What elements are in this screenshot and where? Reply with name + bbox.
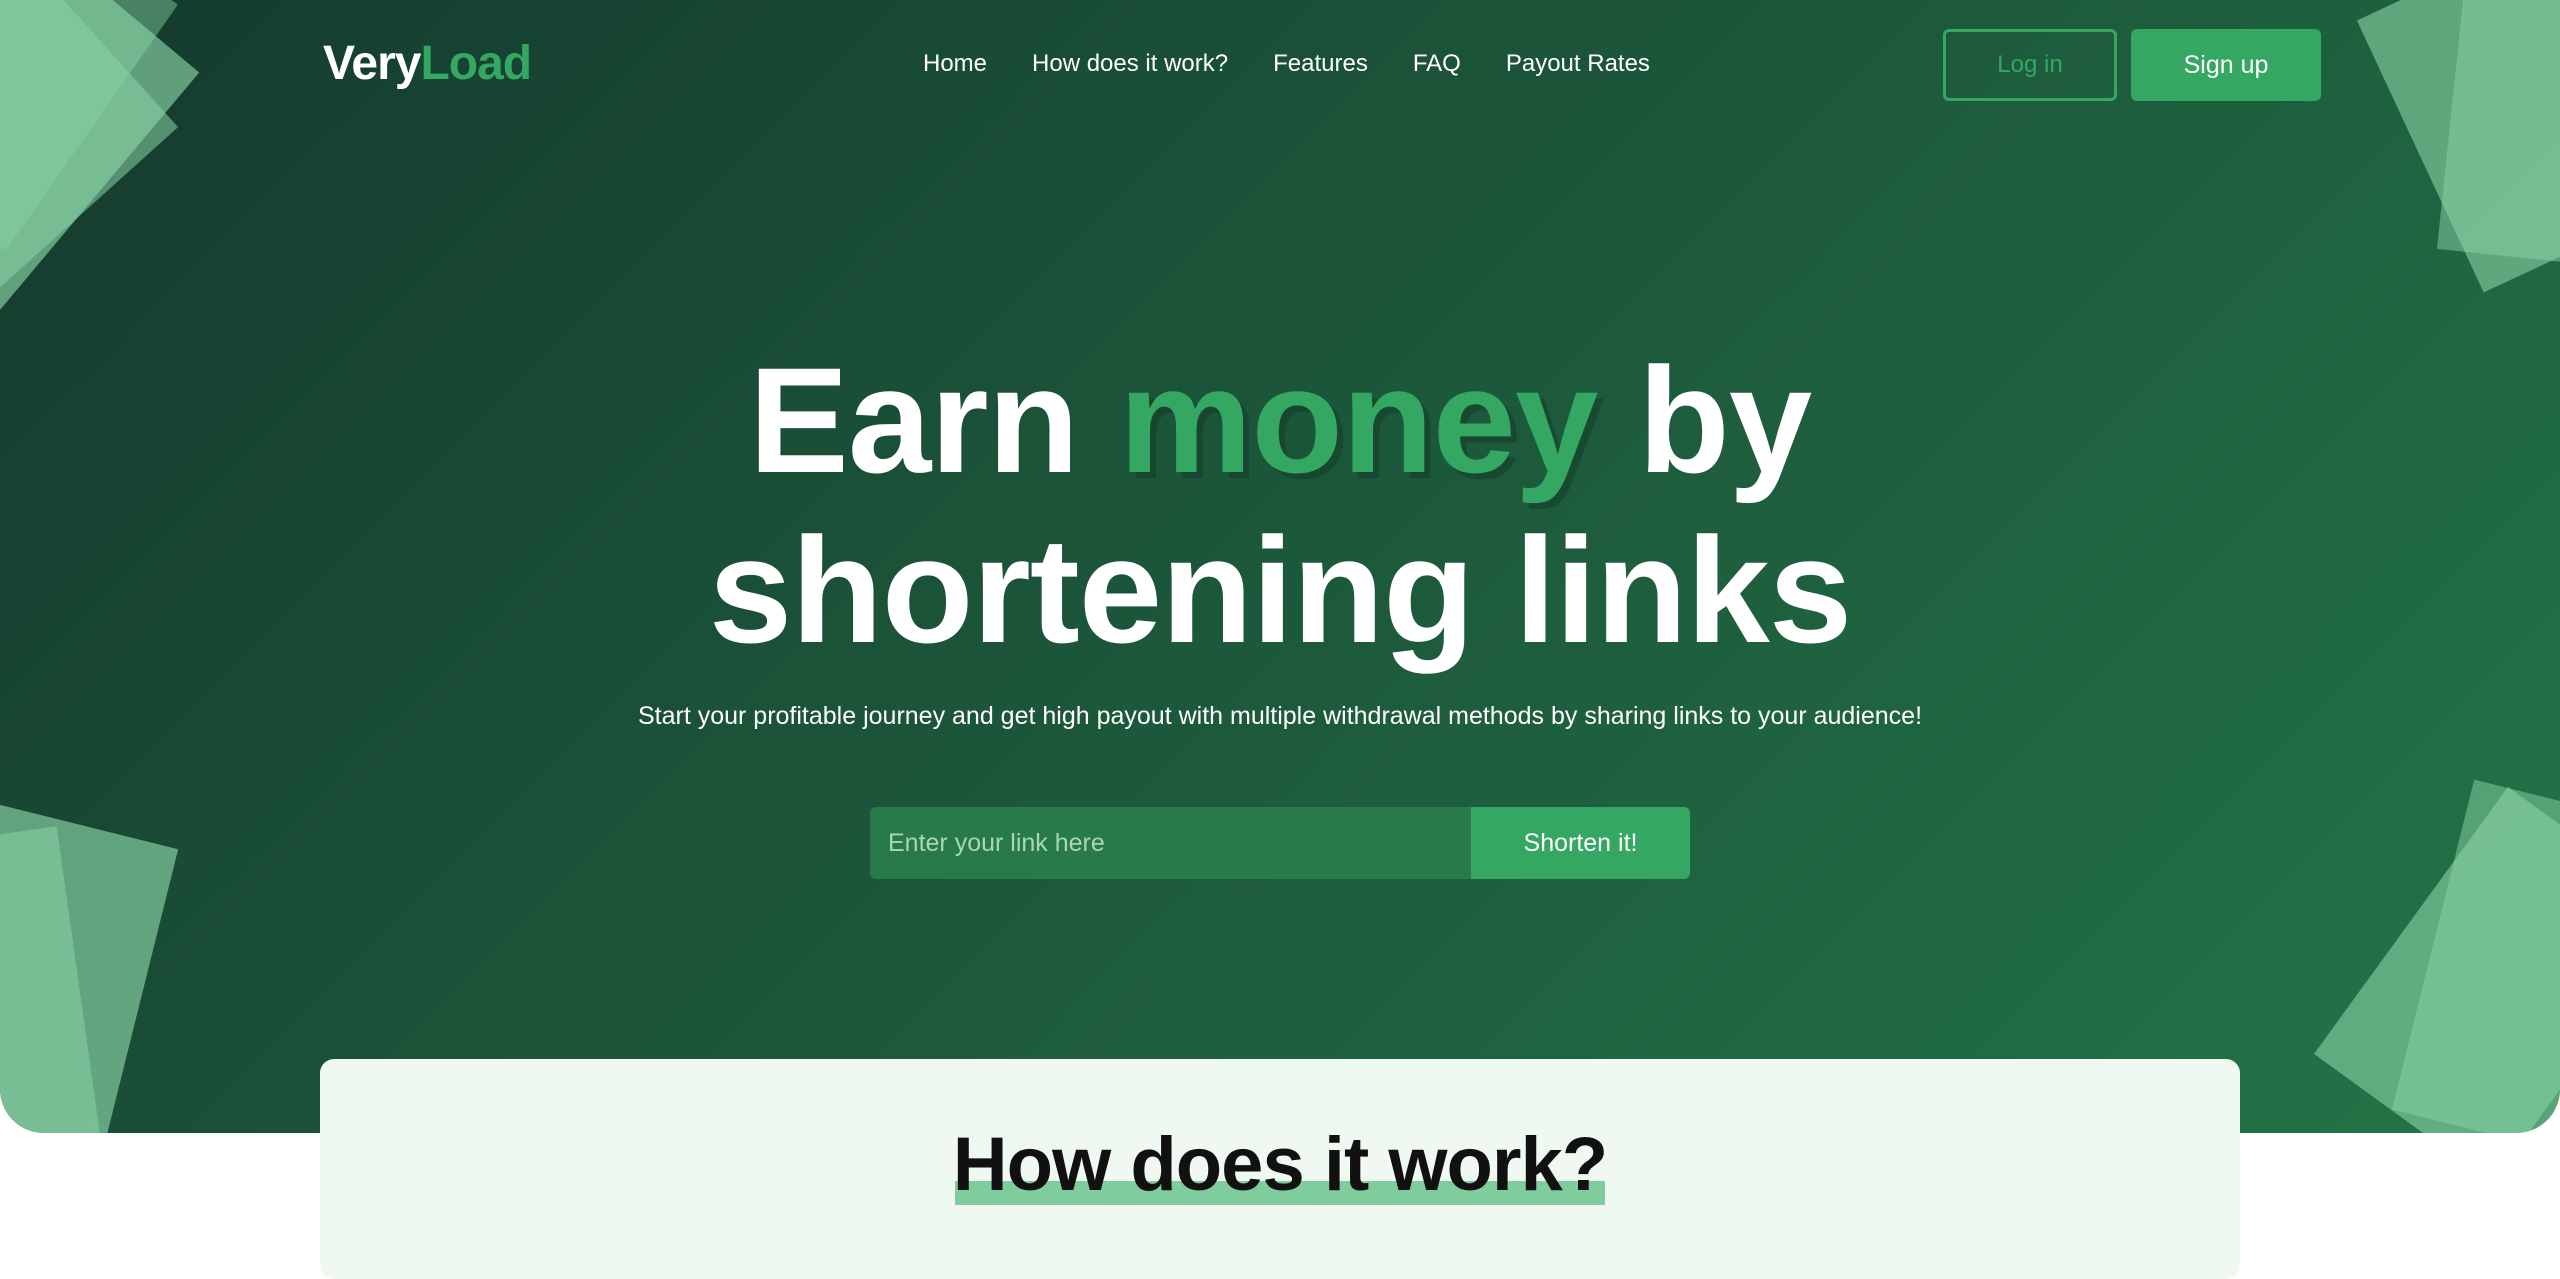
link-input[interactable] bbox=[870, 807, 1471, 879]
headline-line2: shortening links bbox=[708, 506, 1852, 674]
how-it-works-section: How does it work? bbox=[320, 1059, 2240, 1279]
headline-part2: by bbox=[1638, 336, 1812, 504]
logo[interactable]: VeryLoad bbox=[323, 36, 532, 91]
login-button[interactable]: Log in bbox=[1943, 29, 2117, 101]
nav-link-features[interactable]: Features bbox=[1273, 50, 1368, 78]
shorten-button[interactable]: Shorten it! bbox=[1471, 807, 1690, 879]
signup-button[interactable]: Sign up bbox=[2131, 29, 2321, 101]
headline-part1: Earn bbox=[748, 336, 1079, 504]
shorten-form: Shorten it! bbox=[870, 807, 1690, 879]
logo-text-primary: Very bbox=[323, 37, 421, 90]
hero-subtitle: Start your profitable journey and get hi… bbox=[637, 702, 1923, 730]
nav-link-faq[interactable]: FAQ bbox=[1413, 50, 1461, 78]
section-title: How does it work? bbox=[952, 1122, 1608, 1207]
hero-section: VeryLoad Home How does it work? Features… bbox=[0, 0, 2560, 1133]
main-nav: Home How does it work? Features FAQ Payo… bbox=[923, 50, 1650, 78]
nav-link-home[interactable]: Home bbox=[923, 50, 987, 78]
hero-headline: Earn money by shortening links bbox=[0, 335, 2560, 675]
nav-link-payout-rates[interactable]: Payout Rates bbox=[1506, 50, 1650, 78]
nav-link-how-it-works[interactable]: How does it work? bbox=[1032, 50, 1228, 78]
logo-text-accent: Load bbox=[420, 37, 532, 90]
decorative-sheet bbox=[0, 800, 179, 1133]
headline-accent: money bbox=[1118, 336, 1598, 504]
